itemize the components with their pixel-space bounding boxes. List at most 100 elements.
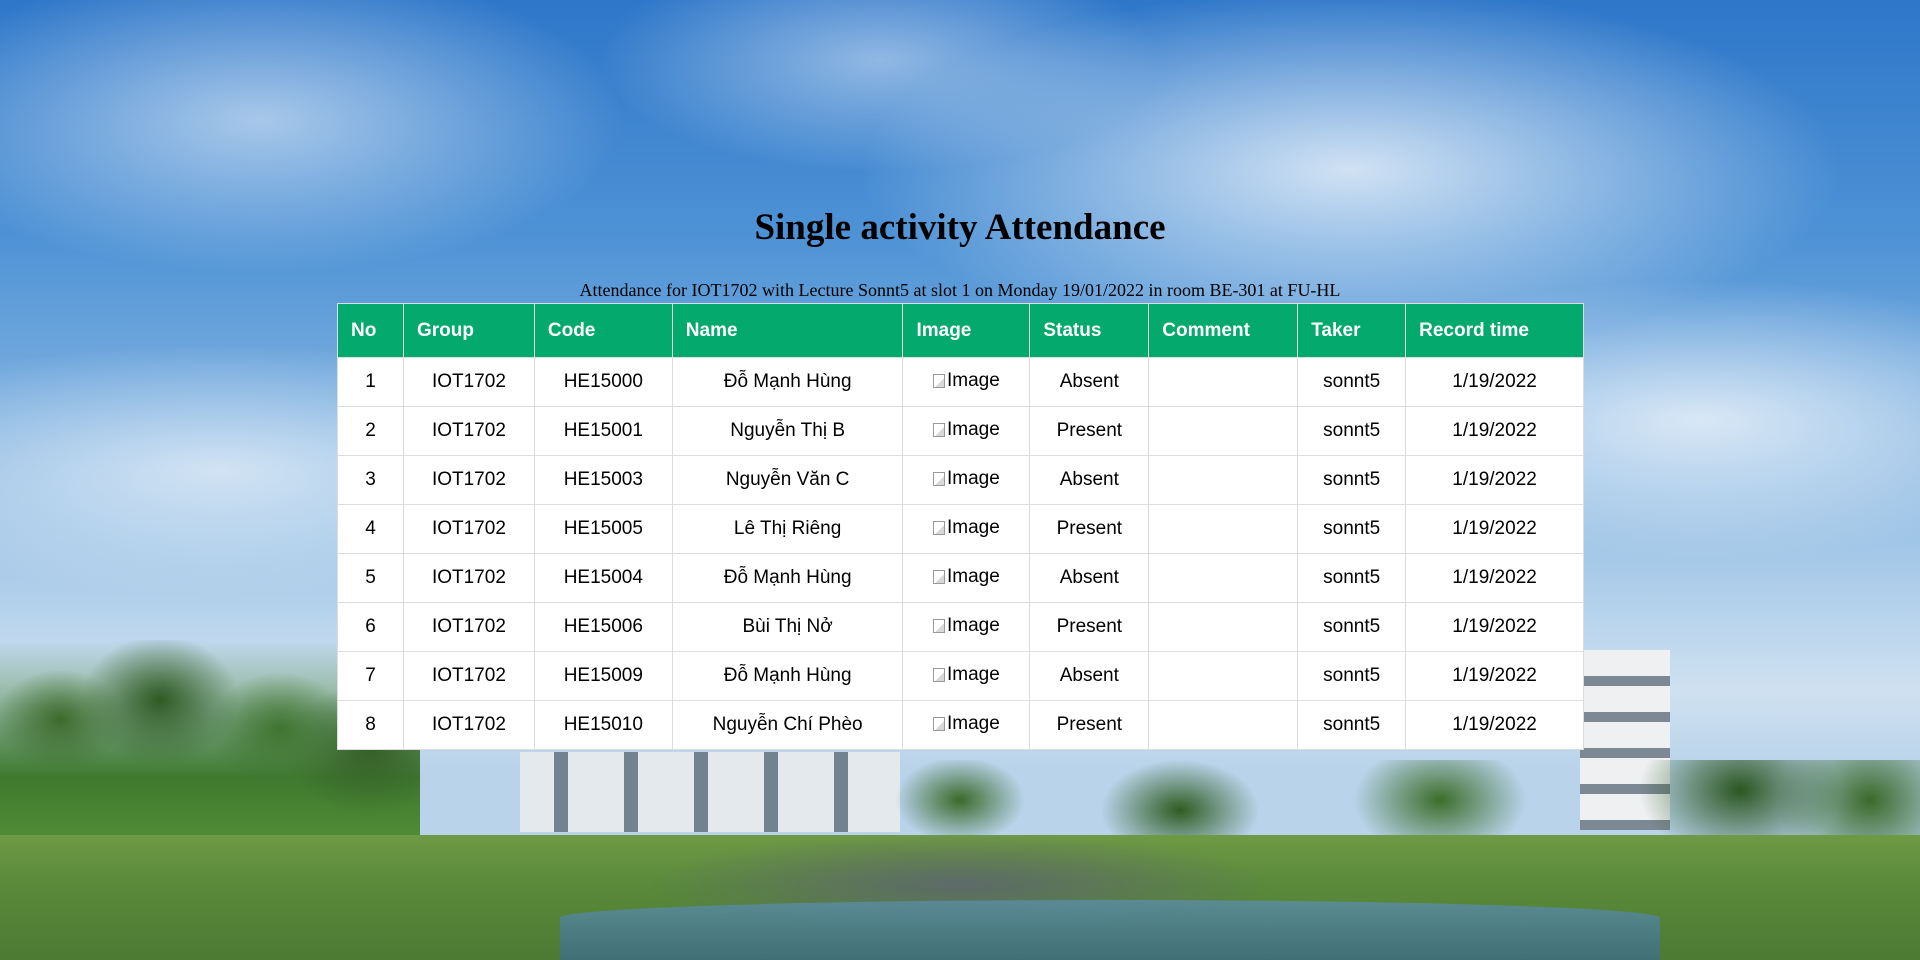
broken-image-icon	[933, 619, 945, 633]
cell-taker: sonnt5	[1297, 700, 1407, 750]
cell-no: 7	[337, 651, 404, 701]
attendance-subtitle: Attendance for IOT1702 with Lecture Sonn…	[579, 280, 1341, 300]
student-photo: Image	[933, 517, 1000, 539]
cell-taker: sonnt5	[1297, 455, 1407, 505]
cell-image: Image	[902, 553, 1031, 603]
cell-no: 6	[337, 602, 404, 652]
cell-group: IOT1702	[402, 602, 535, 652]
header-record-time: Record time	[1405, 303, 1584, 358]
cell-status: Present	[1029, 504, 1150, 554]
cell-status: Absent	[1029, 455, 1150, 505]
cell-status: Absent	[1029, 651, 1150, 701]
cell-group: IOT1702	[402, 700, 535, 750]
cell-record-time: 1/19/2022	[1405, 357, 1584, 407]
cell-comment	[1148, 602, 1299, 652]
cell-comment	[1148, 700, 1299, 750]
table-row: 4 IOT1702 HE15005 Lê Thị Riêng Image Present s…	[337, 504, 1584, 554]
cell-comment	[1148, 455, 1299, 505]
image-alt-text: Image	[947, 370, 1000, 391]
cell-code: HE15005	[533, 504, 673, 554]
cell-group: IOT1702	[402, 357, 535, 407]
cell-image: Image	[902, 357, 1031, 407]
cell-name: Nguyễn Thị B	[671, 406, 904, 456]
cell-name: Bùi Thị Nở	[671, 602, 904, 652]
cell-image: Image	[902, 651, 1031, 701]
cell-image: Image	[902, 455, 1031, 505]
cell-record-time: 1/19/2022	[1405, 455, 1584, 505]
cell-group: IOT1702	[402, 455, 535, 505]
attendance-table: No Group Code Name Image Status Comment …	[337, 303, 1584, 750]
image-alt-text: Image	[947, 566, 1000, 587]
cell-no: 5	[337, 553, 404, 603]
broken-image-icon	[933, 570, 945, 584]
cell-status: Absent	[1029, 357, 1150, 407]
student-photo: Image	[933, 419, 1000, 441]
broken-image-icon	[933, 374, 945, 388]
cell-code: HE15004	[533, 553, 673, 603]
image-alt-text: Image	[947, 517, 1000, 538]
student-photo: Image	[933, 615, 1000, 637]
cell-taker: sonnt5	[1297, 406, 1407, 456]
header-comment: Comment	[1148, 303, 1299, 358]
cell-no: 8	[337, 700, 404, 750]
cell-no: 1	[337, 357, 404, 407]
cell-no: 3	[337, 455, 404, 505]
header-group: Group	[402, 303, 535, 358]
cell-image: Image	[902, 700, 1031, 750]
cell-taker: sonnt5	[1297, 553, 1407, 603]
cell-taker: sonnt5	[1297, 602, 1407, 652]
header-no: No	[337, 303, 404, 358]
student-photo: Image	[933, 468, 1000, 490]
image-alt-text: Image	[947, 713, 1000, 734]
cell-record-time: 1/19/2022	[1405, 651, 1584, 701]
broken-image-icon	[933, 521, 945, 535]
header-name: Name	[671, 303, 904, 358]
cell-code: HE15003	[533, 455, 673, 505]
table-row: 2 IOT1702 HE15001 Nguyễn Thị B Image Present s…	[337, 406, 1584, 456]
cell-record-time: 1/19/2022	[1405, 406, 1584, 456]
cell-image: Image	[902, 602, 1031, 652]
cell-name: Đỗ Mạnh Hùng	[671, 357, 904, 407]
header-image: Image	[902, 303, 1031, 358]
cell-code: HE15001	[533, 406, 673, 456]
cell-status: Present	[1029, 700, 1150, 750]
cell-no: 2	[337, 406, 404, 456]
cell-status: Absent	[1029, 553, 1150, 603]
image-alt-text: Image	[947, 615, 1000, 636]
cell-status: Present	[1029, 602, 1150, 652]
table-header-row: No Group Code Name Image Status Comment …	[337, 303, 1584, 358]
table-row: 6 IOT1702 HE15006 Bùi Thị Nở Image Present son…	[337, 602, 1584, 652]
broken-image-icon	[933, 717, 945, 731]
table-header: No Group Code Name Image Status Comment …	[337, 303, 1584, 358]
cell-group: IOT1702	[402, 504, 535, 554]
cell-status: Present	[1029, 406, 1150, 456]
image-alt-text: Image	[947, 419, 1000, 440]
broken-image-icon	[933, 423, 945, 437]
cell-image: Image	[902, 504, 1031, 554]
cell-name: Nguyễn Chí Phèo	[671, 700, 904, 750]
image-alt-text: Image	[947, 468, 1000, 489]
cell-group: IOT1702	[402, 406, 535, 456]
image-alt-text: Image	[947, 664, 1000, 685]
student-photo: Image	[933, 713, 1000, 735]
page-title: Single activity Attendance	[754, 207, 1166, 248]
cell-group: IOT1702	[402, 651, 535, 701]
cell-name: Lê Thị Riêng	[671, 504, 904, 554]
cell-record-time: 1/19/2022	[1405, 602, 1584, 652]
cell-comment	[1148, 504, 1299, 554]
header-status: Status	[1029, 303, 1150, 358]
cell-code: HE15000	[533, 357, 673, 407]
cell-taker: sonnt5	[1297, 357, 1407, 407]
table-row: 7 IOT1702 HE15009 Đỗ Mạnh Hùng Image Absent so…	[337, 651, 1584, 701]
table-body: 1 IOT1702 HE15000 Đỗ Mạnh Hùng Image Absent so…	[337, 357, 1584, 750]
cell-no: 4	[337, 504, 404, 554]
cell-taker: sonnt5	[1297, 651, 1407, 701]
cell-code: HE15010	[533, 700, 673, 750]
cell-comment	[1148, 406, 1299, 456]
cell-record-time: 1/19/2022	[1405, 700, 1584, 750]
cell-group: IOT1702	[402, 553, 535, 603]
table-row: 1 IOT1702 HE15000 Đỗ Mạnh Hùng Image Absent so…	[337, 357, 1584, 407]
cell-name: Đỗ Mạnh Hùng	[671, 651, 904, 701]
header-code: Code	[533, 303, 673, 358]
broken-image-icon	[933, 472, 945, 486]
